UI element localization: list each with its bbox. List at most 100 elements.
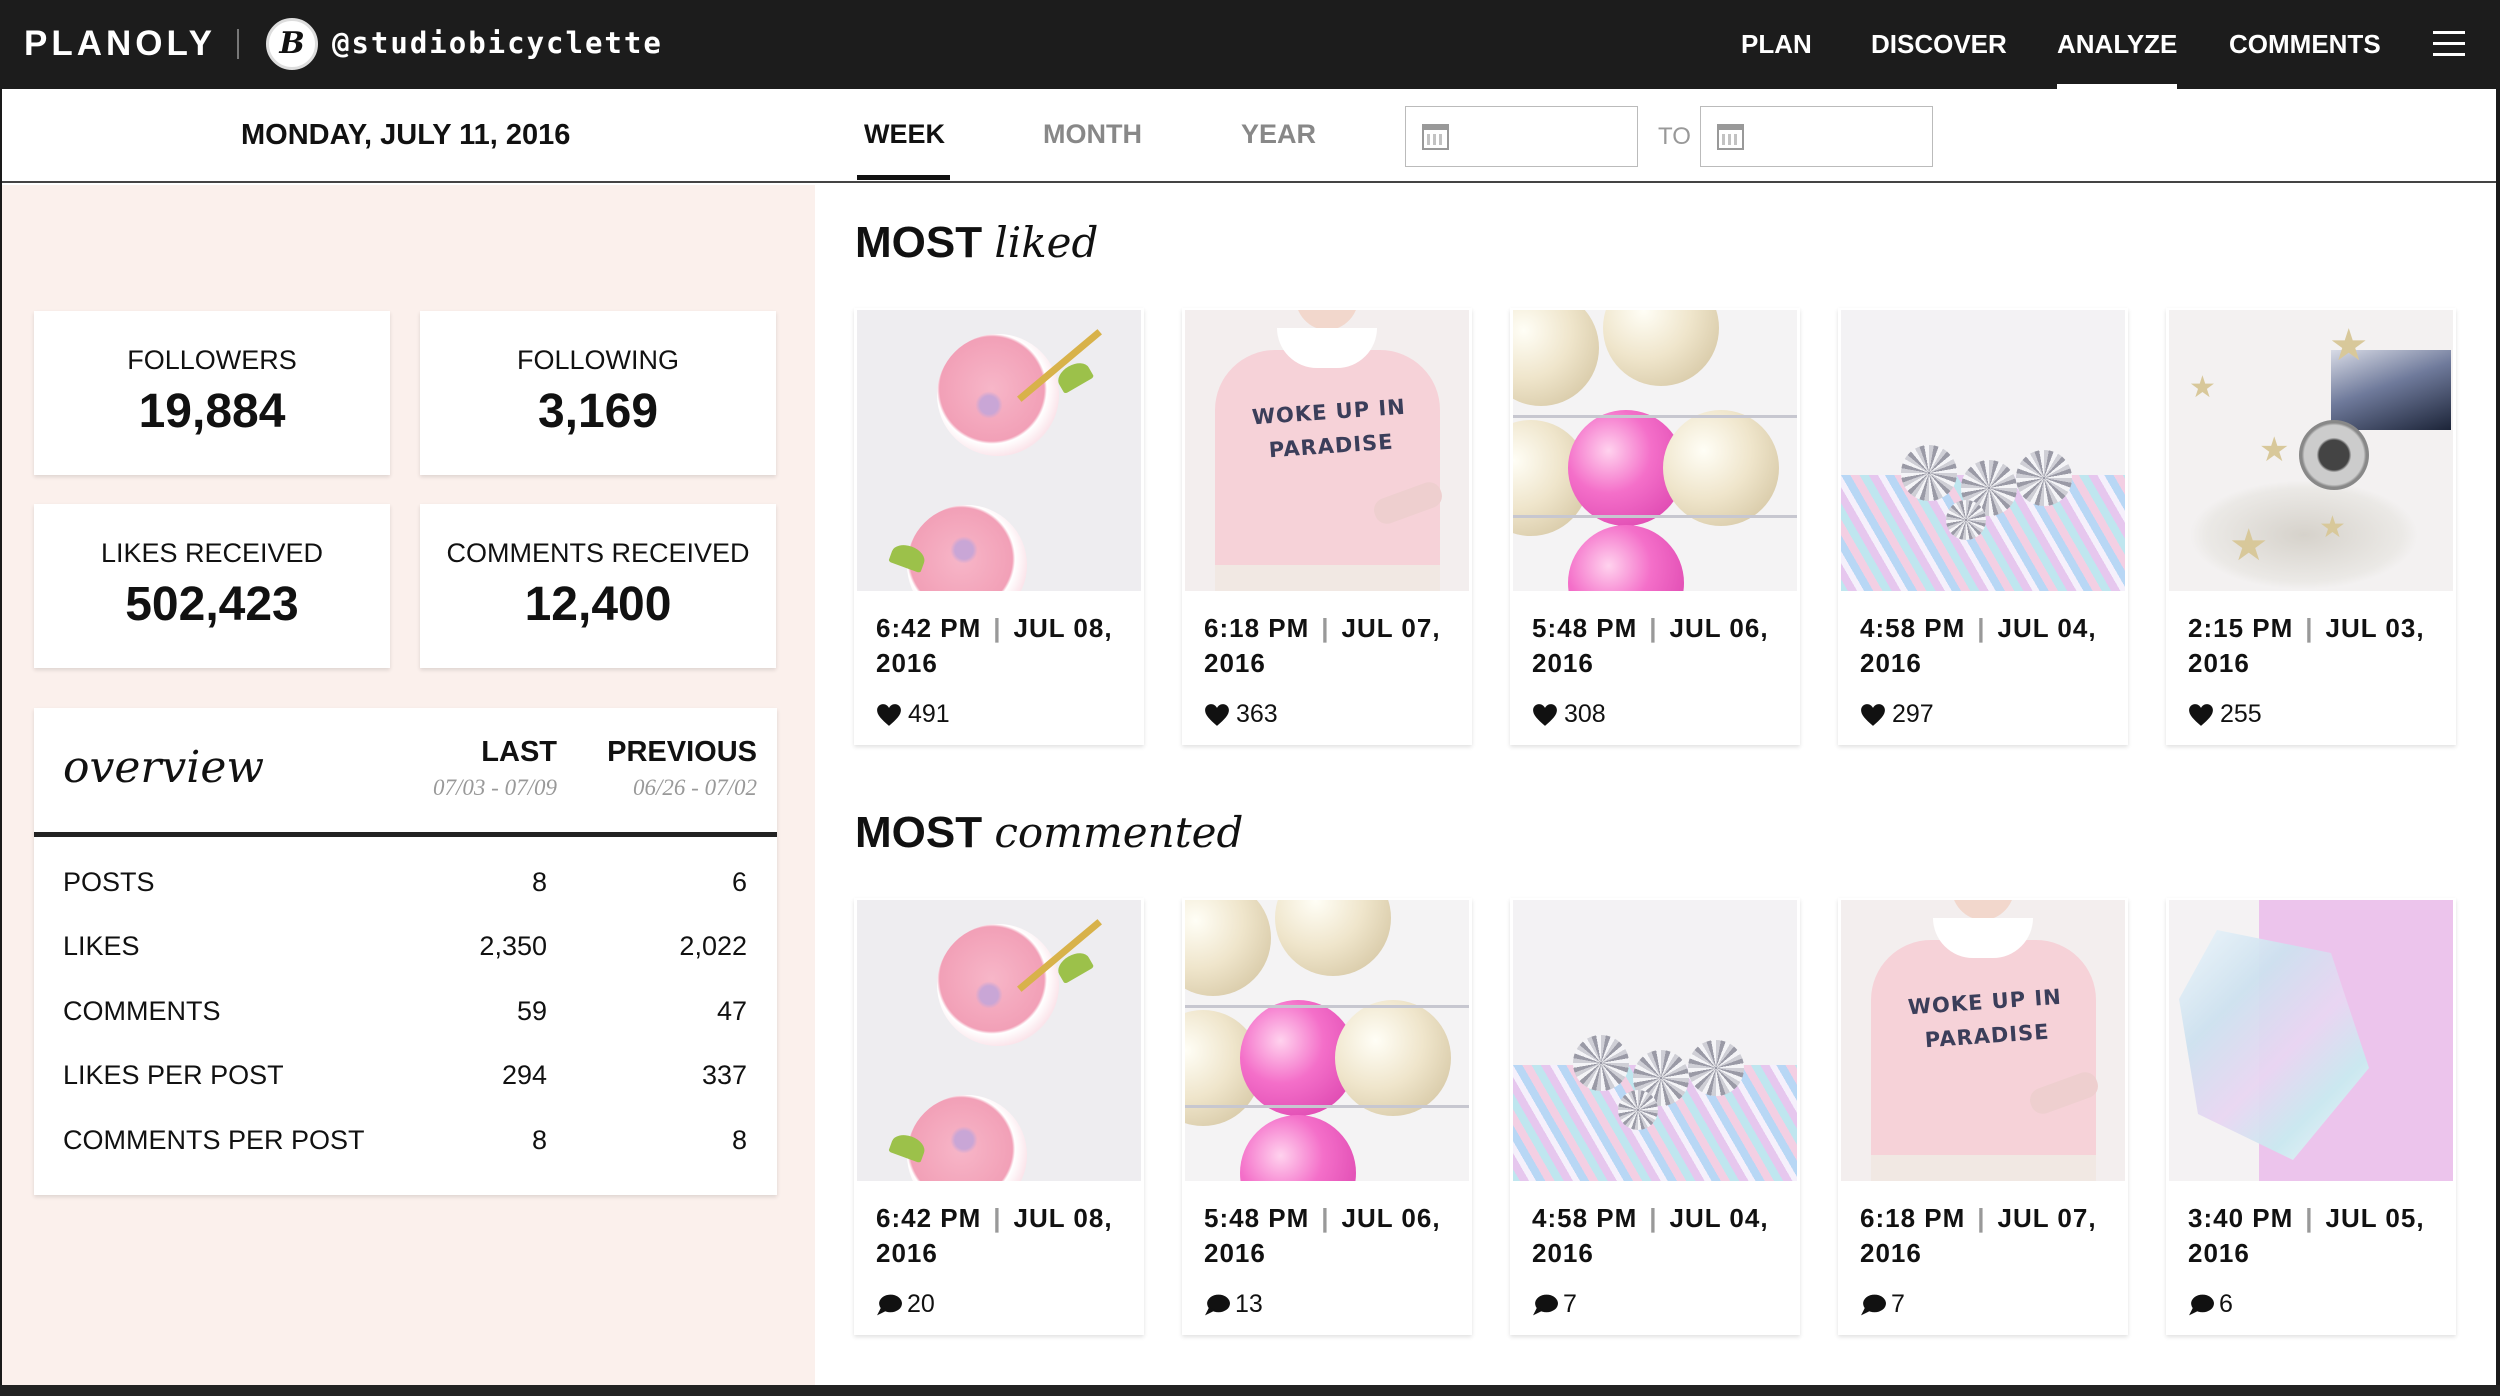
last-label: LAST bbox=[481, 736, 557, 768]
post-count: 6 bbox=[2219, 1290, 2233, 1318]
post-date: JUL 04, bbox=[1669, 1203, 1769, 1233]
post-year: 2016 bbox=[876, 1238, 938, 1268]
nav-analyze[interactable]: ANALYZE bbox=[2057, 0, 2178, 89]
post-photo[interactable] bbox=[857, 310, 1141, 591]
nav-plan[interactable]: PLAN bbox=[1741, 0, 1812, 89]
tab-year[interactable]: YEAR bbox=[1241, 119, 1316, 150]
avatar-letter: B bbox=[279, 26, 305, 61]
comment-bubble-icon bbox=[2189, 1294, 2214, 1315]
post-timestamp: 5:48 PM | JUL 06, 2016 bbox=[1532, 613, 1769, 678]
nav-comments[interactable]: COMMENTS bbox=[2229, 0, 2381, 89]
post-timestamp: 4:58 PM | JUL 04, 2016 bbox=[1532, 1203, 1769, 1268]
sweater-text-line: PARADISE bbox=[1924, 1019, 2051, 1053]
post-card[interactable]: 5:48 PM | JUL 06, 2016 308 bbox=[1510, 308, 1800, 745]
post-date: JUL 03, bbox=[2325, 613, 2425, 643]
hamburger-menu-icon[interactable] bbox=[2433, 31, 2465, 57]
last-range: 07/03 - 07/09 bbox=[433, 775, 557, 800]
post-card[interactable]: 6:42 PM | JUL 08, 2016 20 bbox=[854, 898, 1144, 1335]
likes-received-card: LIKES RECEIVED 502,423 bbox=[34, 504, 390, 668]
stat-label: LIKES RECEIVED bbox=[100, 538, 324, 568]
post-timestamp: 3:40 PM | JUL 05, 2016 bbox=[2188, 1203, 2425, 1268]
post-card[interactable]: 5:48 PM | JUL 06, 2016 13 bbox=[1182, 898, 1472, 1335]
stat-value: 19,884 bbox=[138, 385, 286, 438]
post-date: JUL 07, bbox=[1997, 1203, 2097, 1233]
comment-bubble-icon bbox=[877, 1294, 902, 1315]
heart-icon bbox=[1205, 703, 1229, 726]
tab-month[interactable]: MONTH bbox=[1043, 119, 1142, 150]
post-year: 2016 bbox=[1532, 648, 1594, 678]
post-time: 4:58 PM bbox=[1860, 613, 1966, 643]
post-photo[interactable] bbox=[857, 900, 1141, 1181]
post-year: 2016 bbox=[1204, 1238, 1266, 1268]
post-metric: 363 bbox=[1204, 700, 1278, 729]
post-photo[interactable]: WOKE UP IN PARADISE bbox=[1841, 900, 2125, 1181]
post-timestamp: 2:15 PM | JUL 03, 2016 bbox=[2188, 613, 2425, 678]
comments-received-card: COMMENTS RECEIVED 12,400 bbox=[420, 504, 776, 668]
post-date: JUL 04, bbox=[1997, 613, 2097, 643]
row-last-value: 59 bbox=[516, 996, 547, 1026]
previous-label: PREVIOUS bbox=[607, 736, 757, 768]
row-label: LIKES bbox=[63, 931, 140, 961]
last-column-header: LAST 07/03 - 07/09 bbox=[433, 736, 557, 801]
post-card[interactable]: 4:58 PM | JUL 04, 2016 7 bbox=[1510, 898, 1800, 1335]
post-count: 363 bbox=[1236, 700, 1278, 728]
calendar-icon bbox=[1422, 124, 1449, 150]
logo-separator bbox=[237, 29, 239, 59]
table-row: POSTS 8 6 bbox=[34, 867, 777, 931]
post-timestamp: 6:18 PM | JUL 07, 2016 bbox=[1204, 613, 1441, 678]
post-time: 3:40 PM bbox=[2188, 1203, 2294, 1233]
heading-italic: commented bbox=[994, 808, 1244, 857]
post-count: 297 bbox=[1892, 700, 1934, 728]
most-liked-heading: MOST liked bbox=[855, 218, 1098, 268]
post-metric: 255 bbox=[2188, 700, 2262, 729]
post-time: 2:15 PM bbox=[2188, 613, 2294, 643]
post-year: 2016 bbox=[1860, 1238, 1922, 1268]
heading-bold: MOST bbox=[855, 808, 983, 857]
comment-bubble-icon bbox=[1533, 1294, 1558, 1315]
post-photo[interactable] bbox=[1185, 900, 1469, 1181]
tab-week[interactable]: WEEK bbox=[864, 119, 945, 150]
comment-bubble-icon bbox=[1861, 1294, 1886, 1315]
post-photo[interactable] bbox=[2169, 900, 2453, 1181]
row-label: LIKES PER POST bbox=[63, 1060, 284, 1090]
table-row: COMMENTS 59 47 bbox=[34, 996, 777, 1060]
current-date: MONDAY, JULY 11, 2016 bbox=[241, 119, 571, 151]
post-card[interactable]: 3:40 PM | JUL 05, 2016 6 bbox=[2166, 898, 2456, 1335]
start-date-field[interactable] bbox=[1405, 106, 1638, 167]
planoly-logo[interactable]: PLANOLY bbox=[24, 24, 216, 64]
post-card[interactable]: 6:42 PM | JUL 08, 2016 491 bbox=[854, 308, 1144, 745]
post-photo[interactable] bbox=[1513, 900, 1797, 1181]
post-time: 6:42 PM bbox=[876, 1203, 982, 1233]
row-last-value: 8 bbox=[531, 1125, 547, 1155]
overview-title: overview bbox=[63, 742, 265, 793]
end-date-field[interactable] bbox=[1700, 106, 1933, 167]
active-tab-indicator bbox=[857, 175, 950, 180]
post-time: 5:48 PM bbox=[1204, 1203, 1310, 1233]
post-year: 2016 bbox=[1532, 1238, 1594, 1268]
post-photo[interactable]: WOKE UP IN PARADISE bbox=[1185, 310, 1469, 591]
post-photo[interactable] bbox=[1513, 310, 1797, 591]
post-card[interactable]: 4:58 PM | JUL 04, 2016 297 bbox=[1838, 308, 2128, 745]
stat-label: COMMENTS RECEIVED bbox=[446, 538, 750, 568]
post-card[interactable]: ★ ★ ★ ★ ★ 2:15 PM | JUL 03, 2016 255 bbox=[2166, 308, 2456, 745]
post-year: 2016 bbox=[1204, 648, 1266, 678]
nav-discover[interactable]: DISCOVER bbox=[1871, 0, 2007, 89]
post-metric: 20 bbox=[876, 1290, 935, 1319]
post-count: 308 bbox=[1564, 700, 1606, 728]
post-card[interactable]: WOKE UP IN PARADISE 6:18 PM | JUL 07, 2016 363 bbox=[1182, 308, 1472, 745]
post-date: JUL 06, bbox=[1341, 1203, 1441, 1233]
post-photo[interactable] bbox=[1841, 310, 2125, 591]
account-avatar[interactable]: B bbox=[266, 18, 318, 70]
row-previous-value: 47 bbox=[716, 996, 747, 1026]
most-commented-heading: MOST commented bbox=[855, 808, 1243, 858]
row-previous-value: 2,022 bbox=[679, 931, 747, 961]
post-year: 2016 bbox=[2188, 1238, 2250, 1268]
post-count: 255 bbox=[2220, 700, 2262, 728]
calendar-icon bbox=[1717, 124, 1744, 150]
post-card[interactable]: WOKE UP IN PARADISE 6:18 PM | JUL 07, 2016 7 bbox=[1838, 898, 2128, 1335]
account-handle[interactable]: @studiobicyclette bbox=[332, 26, 663, 60]
sweater-text-line: WOKE UP IN bbox=[1251, 394, 1407, 430]
post-photo[interactable]: ★ ★ ★ ★ ★ bbox=[2169, 310, 2453, 591]
sweater-text-line: PARADISE bbox=[1268, 429, 1395, 463]
post-year: 2016 bbox=[1860, 648, 1922, 678]
